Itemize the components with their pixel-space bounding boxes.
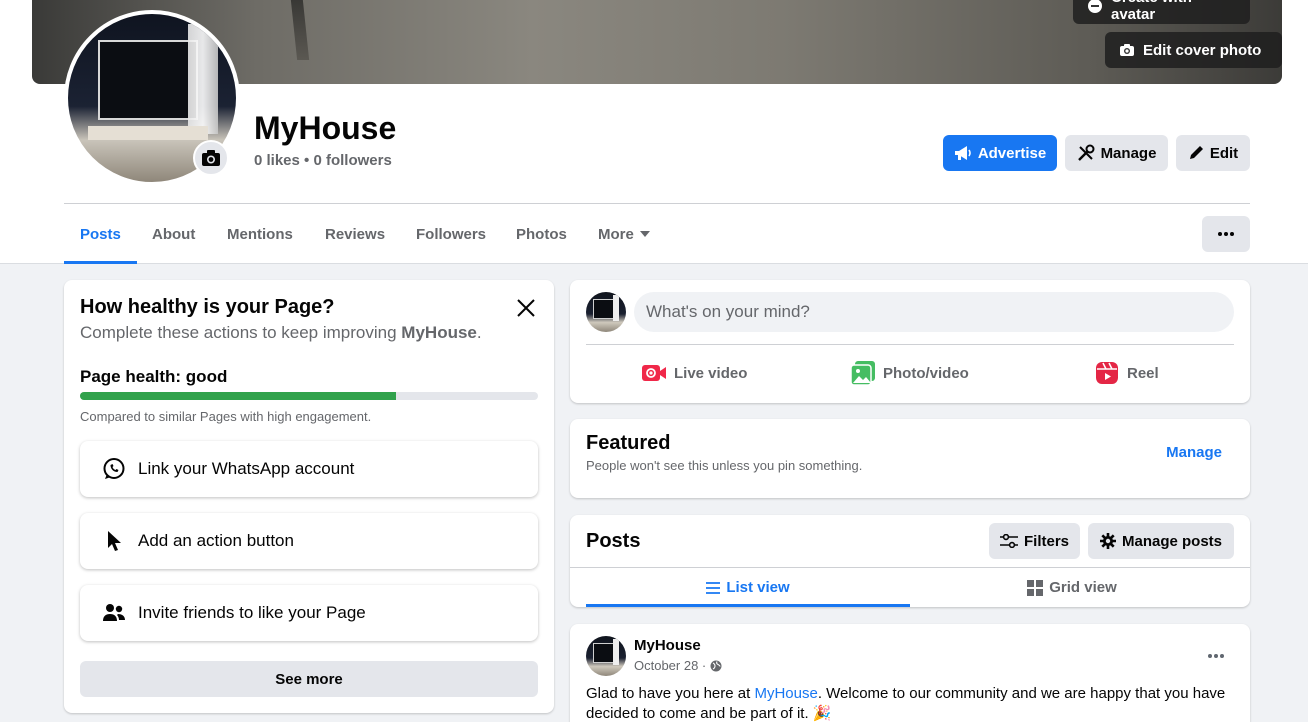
list-view-tab[interactable]: List view [586,568,910,607]
edit-label: Edit [1209,144,1239,162]
post-text: Glad to have you here at MyHouse. Welcom… [586,685,1226,722]
filters-button[interactable]: Filters [989,523,1080,559]
camera-icon [202,150,220,166]
people-icon [102,603,126,623]
featured-subtitle: People won't see this unless you pin som… [586,458,863,473]
globe-icon [710,660,722,671]
posts-header-card: Posts Filters Manage posts List view Gri… [570,515,1250,607]
advertise-button[interactable]: Advertise [943,135,1057,171]
tab-posts[interactable]: Posts [64,204,137,264]
filters-label: Filters [1023,532,1069,550]
edit-button[interactable]: Edit [1176,135,1250,171]
see-more-button[interactable]: See more [80,661,538,697]
tab-followers[interactable]: Followers [400,204,502,264]
close-icon[interactable] [514,296,538,320]
tab-photos[interactable]: Photos [500,204,583,264]
whatsapp-icon [102,457,126,481]
page-health-card: How healthy is your Page? Complete these… [64,280,554,713]
post-author[interactable]: MyHouse [634,637,701,654]
action-label: Add an action button [138,531,294,550]
post-meta: October 28 · [634,658,722,673]
tab-more-label: More [598,225,634,243]
ellipsis-icon [1218,232,1234,236]
tab-about[interactable]: About [136,204,211,264]
invite-friends-action[interactable]: Invite friends to like your Page [80,585,538,641]
action-label: Link your WhatsApp account [138,459,355,478]
health-title: How healthy is your Page? [80,296,335,318]
manage-button[interactable]: Manage [1065,135,1168,171]
pencil-icon [1189,146,1203,159]
health-status-label: Page health: good [80,367,228,386]
cursor-icon [102,530,126,552]
health-compare-text: Compared to similar Pages with high enga… [80,409,372,424]
tab-reviews[interactable]: Reviews [309,204,401,264]
page-title: MyHouse [254,110,397,146]
photo-icon [851,361,875,385]
live-video-label: Live video [674,364,748,382]
grid-icon [1027,579,1044,596]
composer-divider [586,344,1234,345]
live-video-icon [642,365,666,381]
health-progress-fill [80,392,397,400]
featured-title: Featured [586,432,671,454]
more-options-button[interactable] [1202,216,1250,252]
posts-title: Posts [586,530,641,552]
create-with-avatar-label: Create with avatar [1111,0,1192,23]
manage-label: Manage [1100,144,1157,162]
edit-cover-photo-button[interactable]: Edit cover photo [1105,32,1282,68]
avatar[interactable] [586,636,626,676]
update-profile-picture-button[interactable] [193,140,229,176]
featured-card: Featured People won't see this unless yo… [570,419,1250,498]
action-label: Invite friends to like your Page [138,603,366,622]
manage-posts-label: Manage posts [1121,532,1223,550]
reel-button[interactable]: Reel [1095,358,1159,388]
create-with-avatar-button[interactable]: Create with avatar [1073,0,1250,24]
post-options-button[interactable] [1198,638,1234,674]
caret-down-icon [639,231,650,237]
post-card: MyHouse October 28 · Glad to have you he… [570,624,1250,722]
health-subtitle: Complete these actions to keep improving… [80,323,482,342]
health-progress-bar [80,392,538,400]
tab-mentions[interactable]: Mentions [211,204,309,264]
avatar-icon [1088,0,1102,13]
page-link[interactable]: MyHouse [754,685,817,702]
megaphone-icon [954,146,971,160]
list-view-label: List view [726,579,790,596]
grid-view-label: Grid view [1049,579,1117,596]
live-video-button[interactable]: Live video [642,358,747,388]
whats-on-your-mind-input[interactable]: What's on your mind? [634,292,1234,332]
gear-icon [1099,533,1116,549]
edit-cover-photo-label: Edit cover photo [1143,41,1262,59]
page-header: Create with avatar Edit cover photo MyHo… [0,0,1308,264]
avatar[interactable] [586,292,626,332]
page-stats[interactable]: 0 likes • 0 followers [254,152,392,169]
tools-icon [1077,144,1095,161]
reel-label: Reel [1127,364,1159,382]
filters-icon [999,534,1018,548]
advertise-label: Advertise [977,144,1047,162]
manage-posts-button[interactable]: Manage posts [1088,523,1234,559]
link-whatsapp-action[interactable]: Link your WhatsApp account [80,441,538,497]
featured-manage-link[interactable]: Manage [1166,444,1222,461]
reel-icon [1096,362,1118,384]
photo-video-label: Photo/video [883,364,969,382]
photo-video-button[interactable]: Photo/video [851,358,969,388]
tab-more[interactable]: More [582,204,666,264]
add-action-button-action[interactable]: Add an action button [80,513,538,569]
post-composer: What's on your mind? Live video Photo/vi… [570,280,1250,403]
camera-icon [1120,44,1134,56]
post-date[interactable]: October 28 · [634,658,706,673]
list-icon [706,581,721,594]
ellipsis-icon [1208,654,1224,658]
grid-view-tab[interactable]: Grid view [910,568,1234,607]
